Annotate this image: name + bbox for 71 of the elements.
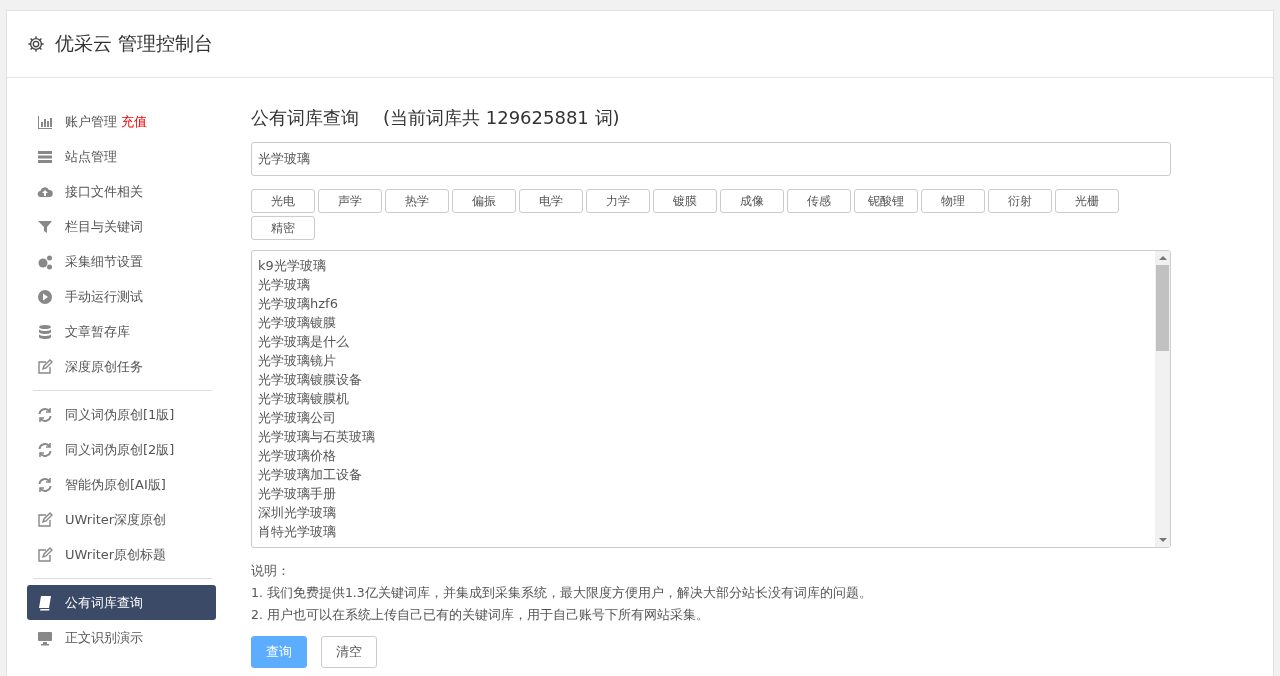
console-title: 优采云 管理控制台 <box>55 31 214 56</box>
refresh-icon <box>37 476 53 493</box>
page-title: 公有词库查询 <box>251 106 359 130</box>
keyword-result: 光学玻璃镀膜 <box>258 314 337 332</box>
sidebar-item[interactable]: 手动运行测试 <box>27 279 216 314</box>
server-icon <box>37 148 53 165</box>
sidebar-item[interactable]: 同义词伪原创[1版] <box>27 397 216 432</box>
keyword-result: 光学玻璃是什么 <box>258 333 350 351</box>
refresh-icon <box>37 441 53 458</box>
keyword-result: 光学玻璃手册 <box>258 485 337 503</box>
keyword-result: 光学玻璃hzf6 <box>258 295 339 313</box>
category-tag[interactable]: 成像 <box>720 189 784 213</box>
category-tag[interactable]: 力学 <box>586 189 650 213</box>
keyword-result: 光学玻璃与石英玻璃 <box>258 428 376 446</box>
results-list[interactable]: k9光学玻璃 光学玻璃 光学玻璃hzf6 光学玻璃镀膜 光学玻璃是什么 光学玻璃镜片 光学玻璃镀膜设备 光学玻璃镀膜机 光学玻璃公司 光学玻璃与石英玻璃 光学玻璃价格 光学玻璃加工设备 光学玻璃手册 深圳光学玻璃 肖特光学玻璃 <box>251 250 1171 548</box>
dictionary-count: (当前词库共 129625881 词) <box>383 106 620 130</box>
keyword-result: 光学玻璃价格 <box>258 447 337 465</box>
keyword-result: 深圳光学玻璃 <box>258 504 337 522</box>
sidebar-item[interactable]: UWriter深度原创 <box>27 502 216 537</box>
keyword-result: 光学玻璃 <box>258 276 311 294</box>
edit-icon <box>37 511 53 528</box>
category-tag[interactable]: 偏振 <box>452 189 516 213</box>
keyword-result: 肖特光学玻璃 <box>258 523 337 541</box>
category-tag[interactable]: 镀膜 <box>653 189 717 213</box>
edit-icon <box>37 358 53 375</box>
sidebar-item[interactable]: 采集细节设置 <box>27 244 216 279</box>
category-tag[interactable]: 光电 <box>251 189 315 213</box>
bar-chart-icon <box>37 113 53 130</box>
monitor-icon <box>37 629 53 646</box>
keyword-result: 光学玻璃镀膜机 <box>258 390 350 408</box>
notes-heading: 说明： <box>251 562 291 580</box>
sidebar-item[interactable]: 账户管理 充值 <box>27 104 216 139</box>
category-tag[interactable]: 声学 <box>318 189 382 213</box>
category-tag[interactable]: 精密 <box>251 216 315 240</box>
filter-icon <box>37 218 53 235</box>
sidebar-item[interactable]: 栏目与关键词 <box>27 209 216 244</box>
sidebar-item[interactable]: 文章暂存库 <box>27 314 216 349</box>
sidebar-item[interactable]: 深度原创任务 <box>27 349 216 384</box>
scrollbar[interactable] <box>1155 251 1170 547</box>
keyword-result: 光学玻璃镀膜设备 <box>258 371 363 389</box>
sidebar-item[interactable]: UWriter原创标题 <box>27 537 216 572</box>
database-icon <box>37 323 53 340</box>
clear-button[interactable]: 清空 <box>321 636 377 668</box>
book-icon <box>37 594 53 611</box>
category-tag[interactable]: 铌酸锂 <box>854 189 918 213</box>
keyword-result: k9光学玻璃 <box>258 257 327 275</box>
sidebar-item[interactable]: 智能伪原创[AI版] <box>27 467 216 502</box>
category-tag[interactable]: 热学 <box>385 189 449 213</box>
category-tag[interactable]: 物理 <box>921 189 985 213</box>
sidebar-item[interactable]: 接口文件相关 <box>27 174 216 209</box>
scroll-down-icon[interactable] <box>1158 538 1167 542</box>
sidebar-item[interactable]: 公有词库查询 <box>27 585 216 620</box>
keyword-result: 光学玻璃公司 <box>258 409 337 427</box>
keyword-input[interactable]: 光学玻璃 <box>251 142 1171 176</box>
settings-icon <box>27 35 45 53</box>
keyword-result: 光学玻璃镜片 <box>258 352 337 370</box>
note-text: 1. 我们免费提供1.3亿关键词库，并集成到采集系统，最大限度方便用户，解决大部分站长没有词库的问题。 <box>251 584 873 602</box>
recharge-link[interactable]: 充值 <box>121 112 147 131</box>
category-tag[interactable]: 衍射 <box>988 189 1052 213</box>
sidebar-item[interactable]: 站点管理 <box>27 139 216 174</box>
sidebar-item[interactable]: 正文识别演示 <box>27 620 216 655</box>
category-tag[interactable]: 传感 <box>787 189 851 213</box>
refresh-icon <box>37 406 53 423</box>
category-tag[interactable]: 电学 <box>519 189 583 213</box>
category-tag[interactable]: 光栅 <box>1055 189 1119 213</box>
scroll-up-icon[interactable] <box>1158 256 1167 260</box>
play-icon <box>37 288 53 305</box>
keyword-result: 光学玻璃加工设备 <box>258 466 363 484</box>
note-text: 2. 用户也可以在系统上传自己已有的关键词库，用于自己账号下所有网站采集。 <box>251 606 710 624</box>
edit-icon <box>37 546 53 563</box>
sidebar-item[interactable]: 同义词伪原创[2版] <box>27 432 216 467</box>
